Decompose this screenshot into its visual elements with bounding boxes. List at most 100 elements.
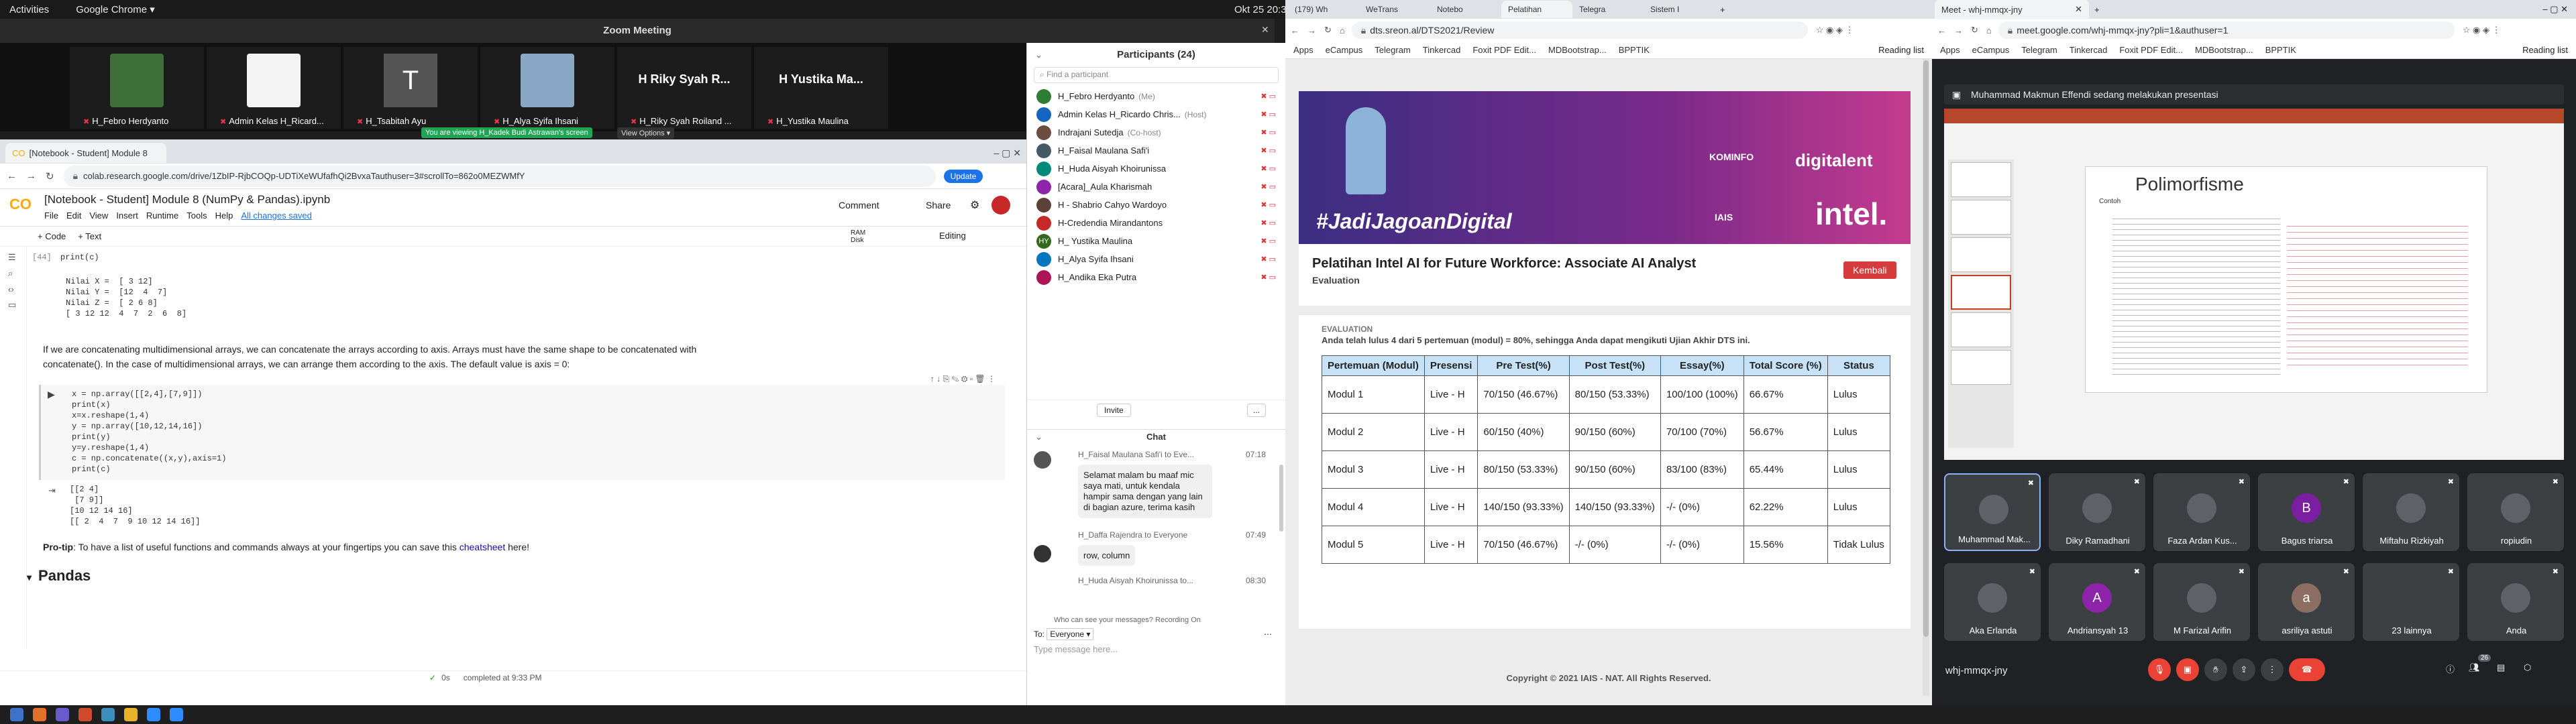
bookmark-bpptik[interactable]: BPPTIK <box>1619 45 1650 55</box>
meet-participant-tile[interactable]: Aka Erlanda ✖ <box>1944 563 2041 641</box>
forward-icon[interactable]: → <box>26 170 36 182</box>
video-tile[interactable]: ✖ H_Febro Herdyanto <box>70 47 204 129</box>
firefox-icon[interactable] <box>33 708 46 721</box>
meet-participant-tile[interactable]: Anda ✖ <box>2467 563 2564 641</box>
participant-row[interactable]: H_Andika Eka Putra ✖ ▭ <box>1027 268 1285 286</box>
bookmark-foxit[interactable]: Foxit PDF Edit... <box>1472 45 1536 55</box>
mic-camera-status-icon[interactable]: ✖ ▭ <box>1260 92 1276 101</box>
chat-privacy[interactable]: Who can see your messages? Recording On <box>1027 613 1285 627</box>
toc-icon[interactable]: ☰ <box>8 252 18 263</box>
present-icon[interactable]: ⇪ <box>2233 658 2255 681</box>
window-controls[interactable]: – ▢ ✕ <box>994 147 1021 159</box>
section-heading[interactable]: ▾ Pandas <box>27 567 1018 585</box>
browser-tab[interactable]: WeTrans <box>1359 1 1430 18</box>
browser-tab[interactable]: Telegra <box>1572 1 1644 18</box>
reading-list-button[interactable]: Reading list <box>1878 45 1924 55</box>
new-tab-icon[interactable]: + <box>2094 5 2100 15</box>
video-tile[interactable]: ✖ Admin Kelas H_Ricard... <box>207 47 341 129</box>
activities-button[interactable]: Activities <box>9 4 49 15</box>
collapse-icon[interactable]: ⌄ <box>1035 43 1042 67</box>
bookmark-telegram[interactable]: Telegram <box>2021 45 2057 55</box>
reload-icon[interactable]: ↻ <box>46 170 54 182</box>
menu-view[interactable]: View <box>89 210 108 221</box>
search-icon[interactable]: ⌕ <box>8 268 18 279</box>
meet-participant-tile[interactable]: ropiudin ✖ <box>2467 473 2564 551</box>
participant-row[interactable]: H - Shabrio Cahyo Wardoyo ✖ ▭ <box>1027 196 1285 214</box>
bookmark-mdbootstrap[interactable]: MDBootstrap... <box>2195 45 2253 55</box>
browser-tab[interactable]: Sistem I <box>1644 1 1715 18</box>
update-button[interactable]: Update <box>943 169 983 183</box>
forward-icon[interactable]: → <box>1307 25 1316 36</box>
chat-bubble[interactable]: row, column <box>1078 545 1136 566</box>
add-text-button[interactable]: + Text <box>78 231 101 241</box>
clock[interactable]: Okt 25 20:34 <box>1234 4 1292 15</box>
output-icon[interactable]: ⇥ <box>48 485 56 496</box>
bookmark-tinkercad[interactable]: Tinkercad <box>2070 45 2108 55</box>
meet-participant-tile[interactable]: M Farizal Arifin ✖ <box>2153 563 2250 641</box>
scrollbar[interactable] <box>1279 465 1283 532</box>
back-button[interactable]: Kembali <box>1843 261 1896 279</box>
avatar[interactable] <box>991 196 1010 215</box>
cell-actions[interactable]: ↑ ↓ ⎘ ✎ ⚙ ▫ 🗑︎ ⋮ <box>930 374 996 384</box>
zoom-icon[interactable] <box>170 708 183 721</box>
terminal-icon[interactable] <box>101 708 115 721</box>
run-cell-icon[interactable]: ▶ <box>48 389 55 400</box>
bookmark-foxit[interactable]: Foxit PDF Edit... <box>2119 45 2183 55</box>
cell-code[interactable]: print(c) <box>60 252 99 263</box>
participant-row[interactable]: H_Febro Herdyanto (Me) ✖ ▭ <box>1027 87 1285 105</box>
invite-button[interactable]: Invite <box>1097 403 1131 417</box>
video-tile[interactable]: ✖ H_Alya Syifa Ihsani <box>480 47 614 129</box>
editing-mode[interactable]: Editing <box>939 231 966 241</box>
code-snippets-icon[interactable]: ‹› <box>8 284 18 294</box>
bookmark-telegram[interactable]: Telegram <box>1375 45 1410 55</box>
tab-colab[interactable]: CO [Notebook - Student] Module 8 <box>5 143 166 163</box>
mic-camera-status-icon[interactable]: ✖ ▭ <box>1260 200 1276 209</box>
scrollbar[interactable] <box>1923 59 1929 696</box>
menu-file[interactable]: File <box>44 210 58 221</box>
mic-camera-status-icon[interactable]: ✖ ▭ <box>1260 182 1276 191</box>
reload-icon[interactable]: ↻ <box>1971 25 1978 36</box>
video-tile[interactable]: H Yustika Ma... ✖ H_Yustika Maulina <box>754 47 888 129</box>
app-icon[interactable] <box>56 708 69 721</box>
close-tab-icon[interactable]: ✕ <box>2075 4 2082 15</box>
chat-bubble[interactable]: Selamat malam bu maaf mic saya mati, unt… <box>1078 465 1212 518</box>
address-bar[interactable]: 🔒︎ colab.research.google.com/drive/1ZbIP-… <box>63 165 936 187</box>
menu-insert[interactable]: Insert <box>116 210 138 221</box>
bookmark-ecampus[interactable]: eCampus <box>1326 45 1363 55</box>
reload-icon[interactable]: ↻ <box>1324 25 1332 36</box>
chrome-icon[interactable] <box>124 708 138 721</box>
back-icon[interactable]: ← <box>1937 25 1946 36</box>
browser-tab[interactable]: Pelatihan <box>1501 1 1572 18</box>
video-tile[interactable]: H Riky Syah R... ✖ H_Riky Syah Roiland ..… <box>617 47 751 129</box>
address-bar[interactable]: 🔒︎ meet.google.com/whj-mmqx-jny?pli=1&aut… <box>1998 21 2455 39</box>
more-options-icon[interactable]: ⋮ <box>2261 658 2284 681</box>
text-cell[interactable]: If we are concatenating multidimensional… <box>43 342 714 371</box>
address-bar[interactable]: 🔒︎ dts.sreon.al/DTS2021/Review <box>1351 21 1808 39</box>
participant-search[interactable]: ⌕ Find a participant <box>1034 67 1279 83</box>
back-icon[interactable]: ← <box>7 170 17 182</box>
mic-camera-status-icon[interactable]: ✖ ▭ <box>1260 255 1276 263</box>
raise-hand-icon[interactable]: ✋︎ <box>2204 658 2227 681</box>
mic-camera-status-icon[interactable]: ✖ ▭ <box>1260 273 1276 282</box>
menu-edit[interactable]: Edit <box>66 210 81 221</box>
participant-row[interactable]: Indrajani Sutedja (Co-host) ✖ ▭ <box>1027 123 1285 141</box>
app-menu[interactable]: Google Chrome ▾ <box>76 3 155 15</box>
activities-icon[interactable]: ⬡ <box>2524 662 2531 673</box>
home-icon[interactable]: ⌂ <box>1340 25 1345 36</box>
software-icon[interactable] <box>78 708 92 721</box>
forward-icon[interactable]: → <box>1954 25 1963 36</box>
meet-participant-tile[interactable]: Miftahu Rizkiyah ✖ <box>2363 473 2459 551</box>
tab-meet[interactable]: Meet - whj-mmqx-jny ✕ <box>1935 0 2089 19</box>
meet-participant-tile[interactable]: a asriliya astuti ✖ <box>2258 563 2355 641</box>
bookmark-tinkercad[interactable]: Tinkercad <box>1423 45 1461 55</box>
info-icon[interactable]: ⓘ <box>2446 662 2455 675</box>
meet-participant-tile[interactable]: 23 lainnya ✖ <box>2363 563 2459 641</box>
extension-icons[interactable]: ☆ ◉ ◈ ⋮ <box>2463 25 2501 36</box>
meet-participant-tile[interactable]: Muhammad Mak... ✖ <box>1944 473 2041 551</box>
participant-row[interactable]: [Acara]_Aula Kharismah ✖ ▭ <box>1027 178 1285 196</box>
new-tab-icon[interactable]: + <box>1720 5 1725 15</box>
comment-button[interactable]: Comment <box>839 200 879 210</box>
mic-camera-status-icon[interactable]: ✖ ▭ <box>1260 237 1276 245</box>
mic-camera-status-icon[interactable]: ✖ ▭ <box>1260 219 1276 227</box>
bookmark-apps[interactable]: Apps <box>1940 45 1960 55</box>
